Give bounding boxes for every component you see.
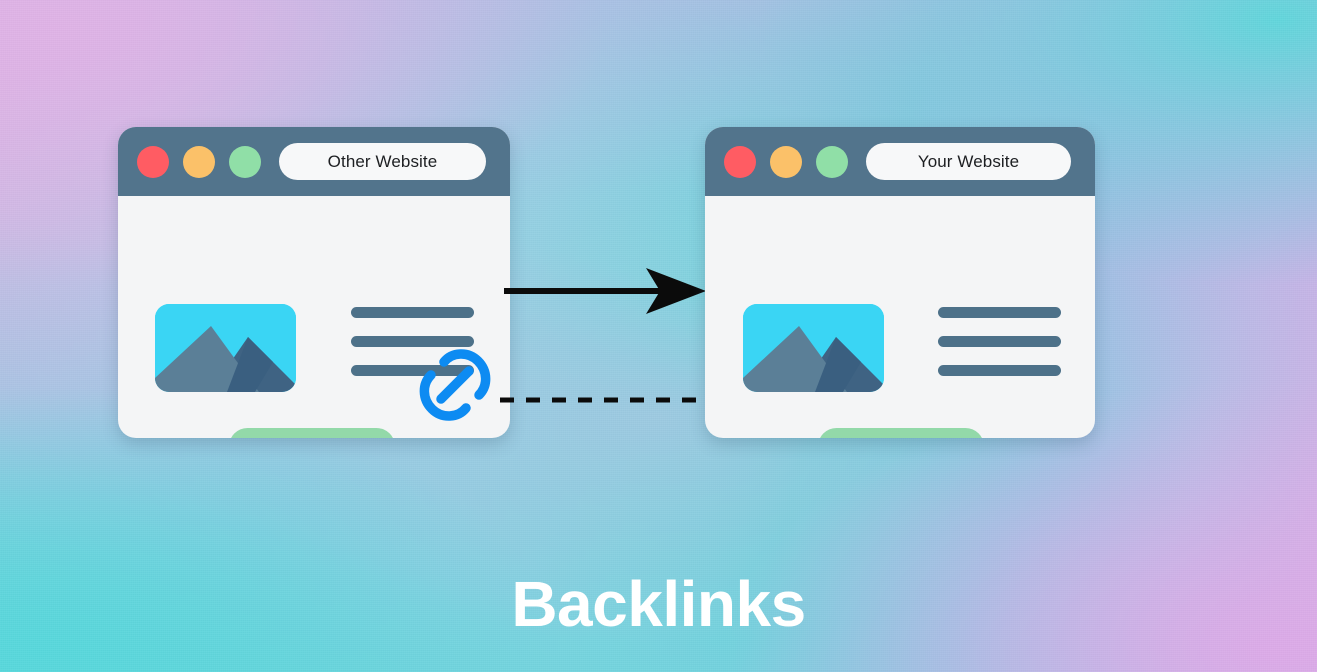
diagram-canvas: Other Website DOMAIN AUTHORITY [0, 0, 1317, 672]
urlbar-your-website[interactable]: Your Website [866, 143, 1071, 180]
urlbar-text: Your Website [917, 151, 1020, 171]
minimize-dot-icon[interactable] [183, 145, 215, 178]
dashed-connector-line [498, 390, 713, 410]
urlbar-other-website[interactable]: Other Website [279, 143, 486, 180]
browser-window-your-website: Your Website DOMAIN AUTHORITY [705, 127, 1095, 438]
domain-authority-bar [229, 428, 395, 438]
close-dot-icon[interactable] [137, 145, 169, 178]
close-dot-icon[interactable] [724, 145, 756, 178]
minimize-dot-icon[interactable] [770, 145, 802, 178]
urlbar-text: Other Website [327, 151, 438, 171]
maximize-dot-icon[interactable] [816, 145, 848, 178]
image-placeholder-icon [155, 304, 296, 392]
titlebar-other-website: Other Website [118, 127, 510, 196]
page-title: Backlinks [511, 568, 806, 640]
link-chain-icon [408, 338, 502, 432]
text-line [938, 336, 1061, 347]
domain-authority-bar [818, 428, 984, 438]
text-line [351, 307, 474, 318]
text-line [938, 307, 1061, 318]
image-placeholder-icon [743, 304, 884, 392]
content-text-lines [938, 307, 1061, 376]
text-line [938, 365, 1061, 376]
titlebar-your-website: Your Website [705, 127, 1095, 196]
maximize-dot-icon[interactable] [229, 145, 261, 178]
arrow-right-icon [500, 268, 715, 314]
window-body-your-website: DOMAIN AUTHORITY [705, 196, 1095, 438]
